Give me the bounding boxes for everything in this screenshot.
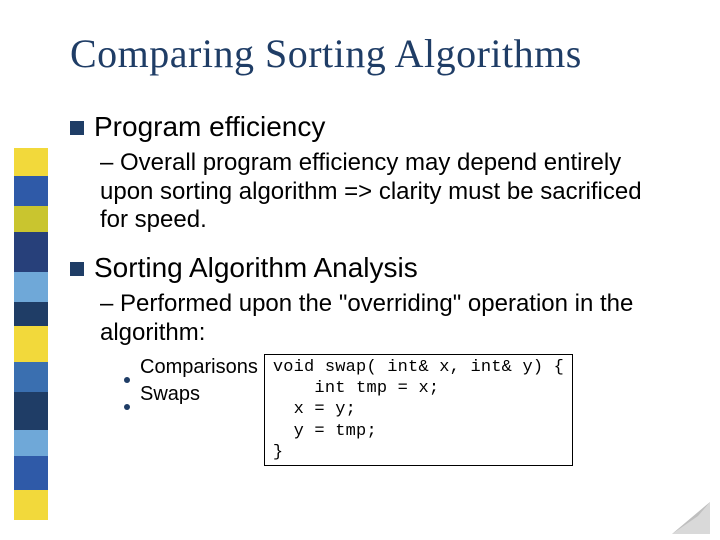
bullet-label: Sorting Algorithm Analysis [94, 252, 418, 284]
deco-block [14, 148, 48, 176]
bullet-program-efficiency: Program efficiency [70, 111, 680, 143]
code-snippet: void swap( int& x, int& y) { int tmp = x… [264, 354, 573, 466]
square-bullet-icon [70, 121, 84, 135]
deco-block [14, 490, 48, 520]
list-item-label: Swaps [140, 381, 200, 408]
dot-bullet-icon [124, 377, 130, 383]
list-item: Comparisons [124, 354, 258, 381]
bullet-label: Program efficiency [94, 111, 325, 143]
deco-block [14, 176, 48, 206]
deco-block [14, 430, 48, 456]
deco-block [14, 326, 48, 362]
slide-title: Comparing Sorting Algorithms [70, 30, 680, 77]
side-decoration [14, 148, 48, 520]
deco-block [14, 232, 48, 272]
dot-bullet-icon [124, 404, 130, 410]
list-item: Swaps [124, 381, 258, 408]
slide: Comparing Sorting Algorithms Program eff… [0, 0, 720, 540]
deco-block [14, 206, 48, 232]
sub-items-row: Comparisons Swaps void swap( int& x, int… [124, 354, 680, 466]
list-item-label: Comparisons [140, 354, 258, 381]
page-curl-icon [672, 502, 710, 534]
deco-block [14, 392, 48, 430]
deco-block [14, 362, 48, 392]
square-bullet-icon [70, 262, 84, 276]
deco-block [14, 302, 48, 326]
deco-block [14, 272, 48, 302]
deco-block [14, 456, 48, 490]
sub-items-col: Comparisons Swaps [124, 354, 258, 408]
sub-bullet-text: – Overall program efficiency may depend … [100, 149, 670, 234]
bullet-sorting-analysis: Sorting Algorithm Analysis [70, 252, 680, 284]
sub-bullet-text: – Performed upon the "overriding" operat… [100, 290, 680, 348]
